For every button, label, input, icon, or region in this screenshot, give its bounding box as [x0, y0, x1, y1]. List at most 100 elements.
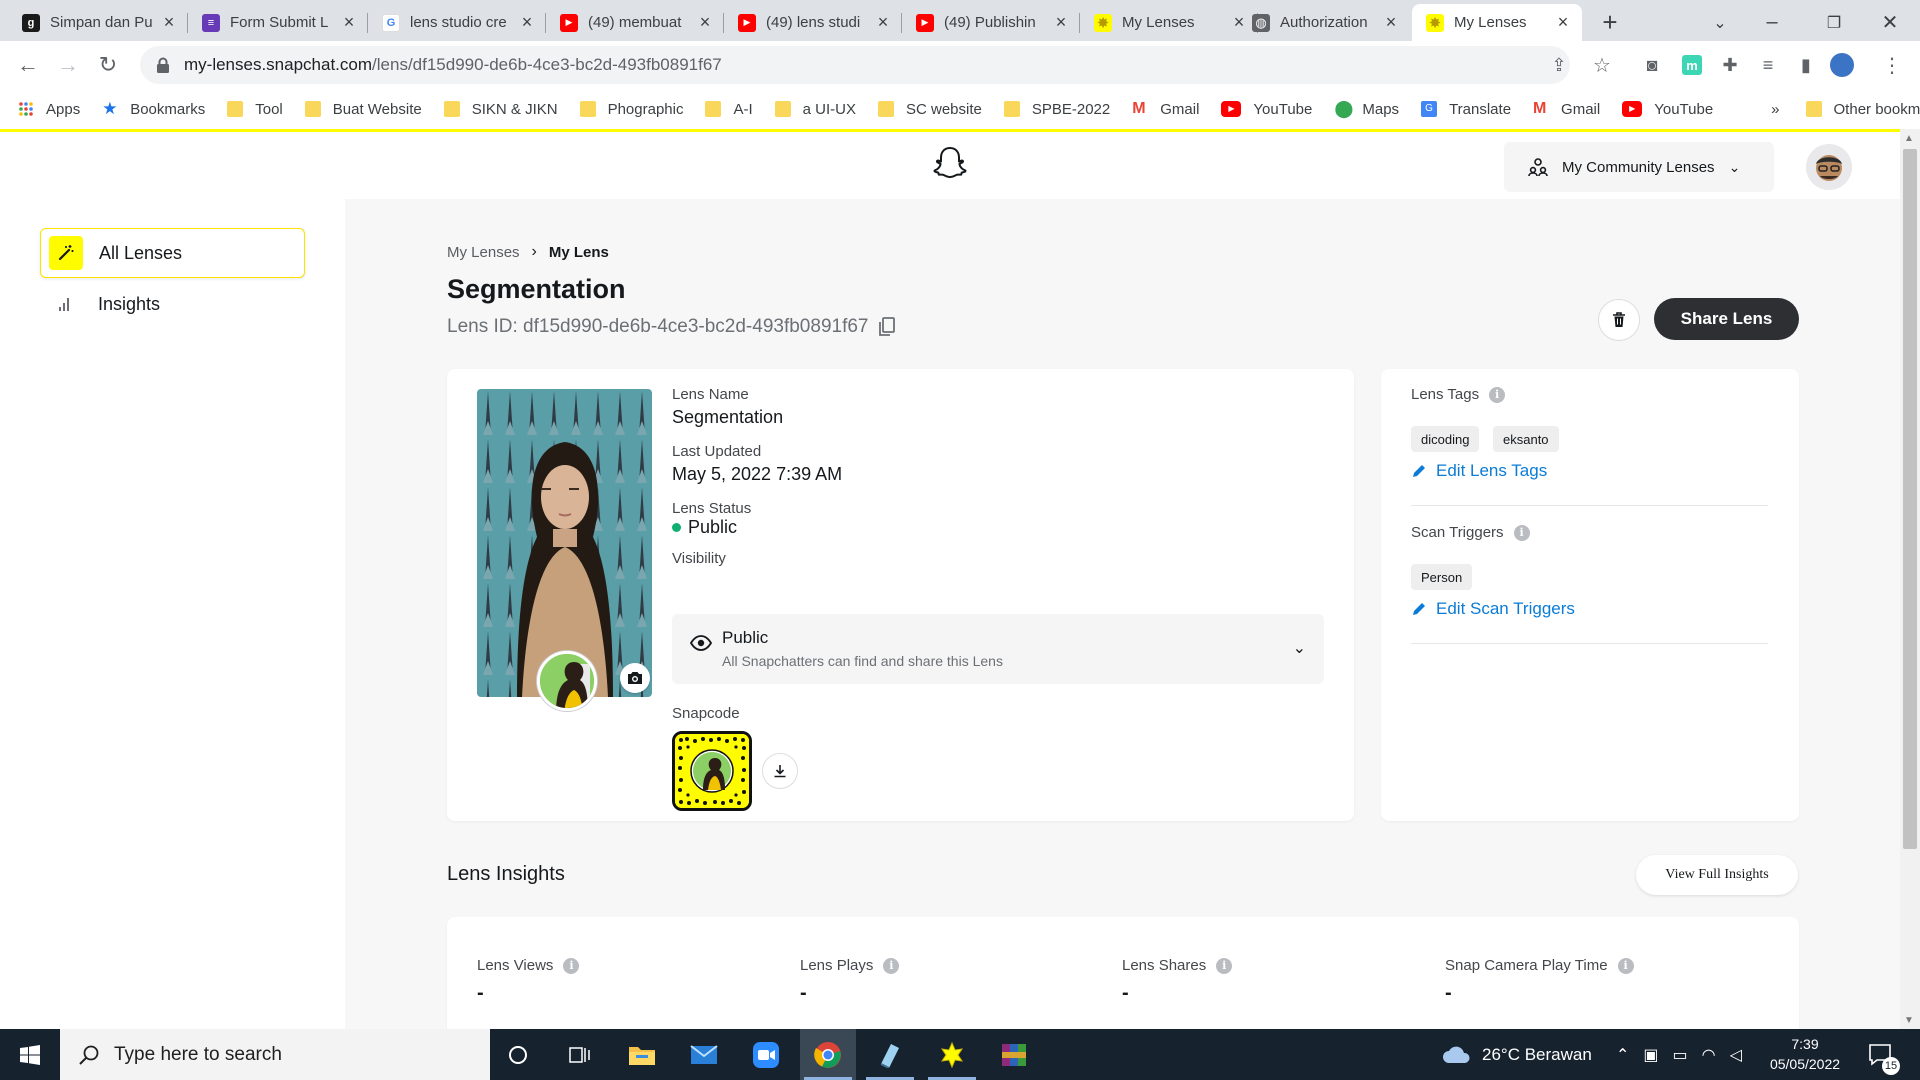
info-icon[interactable]: i — [563, 957, 580, 974]
address-bar[interactable]: my-lenses.snapchat.com/lens/df15d990-de6… — [140, 46, 1570, 84]
bookmark-maps[interactable]: ⬤ Maps — [1334, 100, 1399, 118]
info-icon[interactable]: i — [1216, 957, 1233, 974]
bookmark-folder[interactable]: SPBE-2022 — [1003, 101, 1110, 118]
browser-tab[interactable]: ✸ My Lenses × — [1080, 4, 1258, 41]
reload-button[interactable]: ↻ — [92, 49, 124, 81]
snap-camera-app[interactable] — [924, 1029, 980, 1080]
info-icon[interactable]: i — [1513, 524, 1530, 541]
system-clock[interactable]: 7:39 05/05/2022 — [1750, 1034, 1860, 1074]
scroll-down-icon[interactable]: ▼ — [1904, 1015, 1914, 1026]
browser-tab[interactable]: ◍ Authorization × — [1238, 4, 1410, 41]
edit-scan-triggers-link[interactable]: Edit Scan Triggers — [1411, 599, 1575, 619]
windows-logo-icon — [20, 1044, 40, 1065]
page-scrollbar[interactable]: ▲ ▼ — [1900, 129, 1920, 1029]
sidebar-item-insights[interactable]: Insights — [40, 279, 305, 329]
extension-m-icon[interactable]: m — [1680, 53, 1704, 77]
close-icon[interactable]: × — [160, 12, 178, 33]
share-lens-button[interactable]: Share Lens — [1654, 298, 1799, 340]
close-icon[interactable]: × — [1382, 12, 1400, 33]
battery-icon[interactable]: ▭ — [1673, 1045, 1688, 1065]
cortana-button[interactable] — [490, 1029, 546, 1080]
share-page-icon[interactable]: ⇪ — [1547, 53, 1571, 77]
start-button[interactable] — [0, 1029, 60, 1080]
bookmark-gmail[interactable]: M Gmail — [1533, 101, 1600, 118]
bookmark-folder[interactable]: Tool — [227, 101, 283, 118]
info-icon[interactable]: i — [883, 957, 900, 974]
delete-lens-button[interactable] — [1598, 299, 1640, 341]
bookmark-folder[interactable]: a UI-UX — [774, 100, 856, 118]
browser-tab-active[interactable]: ✸ My Lenses × — [1412, 4, 1582, 41]
weather-widget[interactable]: 26°C Berawan — [1442, 1029, 1592, 1080]
browser-tab[interactable]: ▶ (49) membuat × — [546, 4, 724, 41]
media-queue-icon[interactable]: ≡ — [1756, 53, 1780, 77]
close-icon[interactable]: × — [340, 12, 358, 33]
bookmark-label: a UI-UX — [802, 100, 856, 118]
scrollbar-thumb[interactable] — [1903, 149, 1917, 849]
change-preview-button[interactable] — [620, 663, 650, 693]
bookmark-translate[interactable]: G Translate — [1421, 101, 1511, 118]
visibility-select[interactable]: Public All Snapchatters can find and sha… — [672, 614, 1324, 684]
info-icon[interactable]: i — [1489, 386, 1506, 403]
scroll-up-icon[interactable]: ▲ — [1904, 133, 1914, 144]
bookmark-folder[interactable]: SIKN & JIKN — [443, 101, 558, 118]
bookmark-folder[interactable]: A-I — [705, 101, 753, 118]
volume-icon[interactable]: ◁ — [1730, 1045, 1742, 1065]
sidebar-item-all-lenses[interactable]: All Lenses — [40, 228, 305, 278]
breadcrumb-parent-link[interactable]: My Lenses — [447, 244, 520, 261]
community-lenses-dropdown[interactable]: My Community Lenses ⌄ — [1504, 142, 1774, 192]
close-icon[interactable]: × — [518, 12, 536, 33]
bookmark-youtube[interactable]: ▶ YouTube — [1622, 101, 1713, 118]
profile-avatar-icon[interactable] — [1830, 53, 1854, 77]
forward-button[interactable]: → — [52, 49, 84, 81]
notification-center-button[interactable]: 15 — [1868, 1029, 1900, 1080]
chevron-up-icon[interactable]: ⌃ — [1616, 1045, 1629, 1065]
extensions-puzzle-icon[interactable]: ✚ — [1718, 53, 1742, 77]
bookmark-folder[interactable]: SC website — [877, 101, 982, 118]
info-icon[interactable]: i — [1617, 957, 1634, 974]
camera-extension-icon[interactable]: ◙ — [1640, 53, 1664, 77]
bookmark-bookmarks[interactable]: ★ Bookmarks — [102, 100, 206, 118]
bookmark-folder[interactable]: Buat Website — [304, 101, 422, 118]
download-snapcode-button[interactable] — [762, 753, 798, 789]
kebab-menu-icon[interactable]: ⋮ — [1880, 53, 1904, 77]
browser-tab[interactable]: ▶ (49) Publishin × — [902, 4, 1080, 41]
snapchat-ghost-icon[interactable] — [933, 146, 967, 182]
close-icon[interactable]: × — [696, 12, 714, 33]
user-avatar[interactable] — [1806, 144, 1852, 190]
browser-tab[interactable]: g Simpan dan Pu × — [8, 4, 188, 41]
zoom-app[interactable] — [738, 1029, 794, 1080]
wifi-icon[interactable]: ◠ — [1702, 1045, 1716, 1065]
close-icon[interactable]: × — [1052, 12, 1070, 33]
window-close-button[interactable]: ✕ — [1870, 4, 1910, 41]
bookmark-apps[interactable]: Apps — [18, 101, 80, 118]
bookmark-folder[interactable]: Phographic — [579, 101, 683, 118]
new-tab-button[interactable]: + — [1590, 4, 1630, 41]
file-explorer-app[interactable] — [614, 1029, 670, 1080]
winrar-app[interactable] — [986, 1029, 1042, 1080]
bookmark-gmail[interactable]: M Gmail — [1132, 101, 1199, 118]
edit-lens-tags-link[interactable]: Edit Lens Tags — [1411, 461, 1547, 481]
taskbar-search-input[interactable]: Type here to search — [60, 1029, 490, 1080]
close-icon[interactable]: × — [1554, 12, 1572, 33]
task-view-button[interactable] — [552, 1029, 608, 1080]
meet-icon[interactable]: ▣ — [1643, 1045, 1658, 1065]
side-panel-icon[interactable]: ▮ — [1794, 53, 1818, 77]
other-bookmarks[interactable]: Other bookmarks — [1805, 101, 1920, 118]
chrome-app[interactable] — [800, 1029, 856, 1080]
close-icon[interactable]: × — [874, 12, 892, 33]
mail-app[interactable] — [676, 1029, 732, 1080]
view-full-insights-button[interactable]: View Full Insights — [1636, 855, 1798, 895]
browser-tab[interactable]: ▶ (49) lens studi × — [724, 4, 902, 41]
bookmarks-overflow-button[interactable]: » — [1771, 101, 1779, 118]
bookmark-youtube[interactable]: ▶ YouTube — [1221, 101, 1312, 118]
restore-button[interactable]: ❐ — [1814, 4, 1854, 41]
tab-search-icon[interactable]: ⌄ — [1700, 4, 1740, 41]
browser-tab[interactable]: G lens studio cre × — [368, 4, 546, 41]
browser-tab[interactable]: ≡ Form Submit L × — [188, 4, 368, 41]
copy-icon[interactable] — [878, 317, 895, 337]
notepad-app[interactable] — [862, 1029, 918, 1080]
bookmark-label: Bookmarks — [130, 100, 206, 118]
bookmark-star-icon[interactable]: ☆ — [1590, 53, 1614, 77]
back-button[interactable]: ← — [12, 49, 44, 81]
minimize-button[interactable]: – — [1752, 4, 1792, 41]
